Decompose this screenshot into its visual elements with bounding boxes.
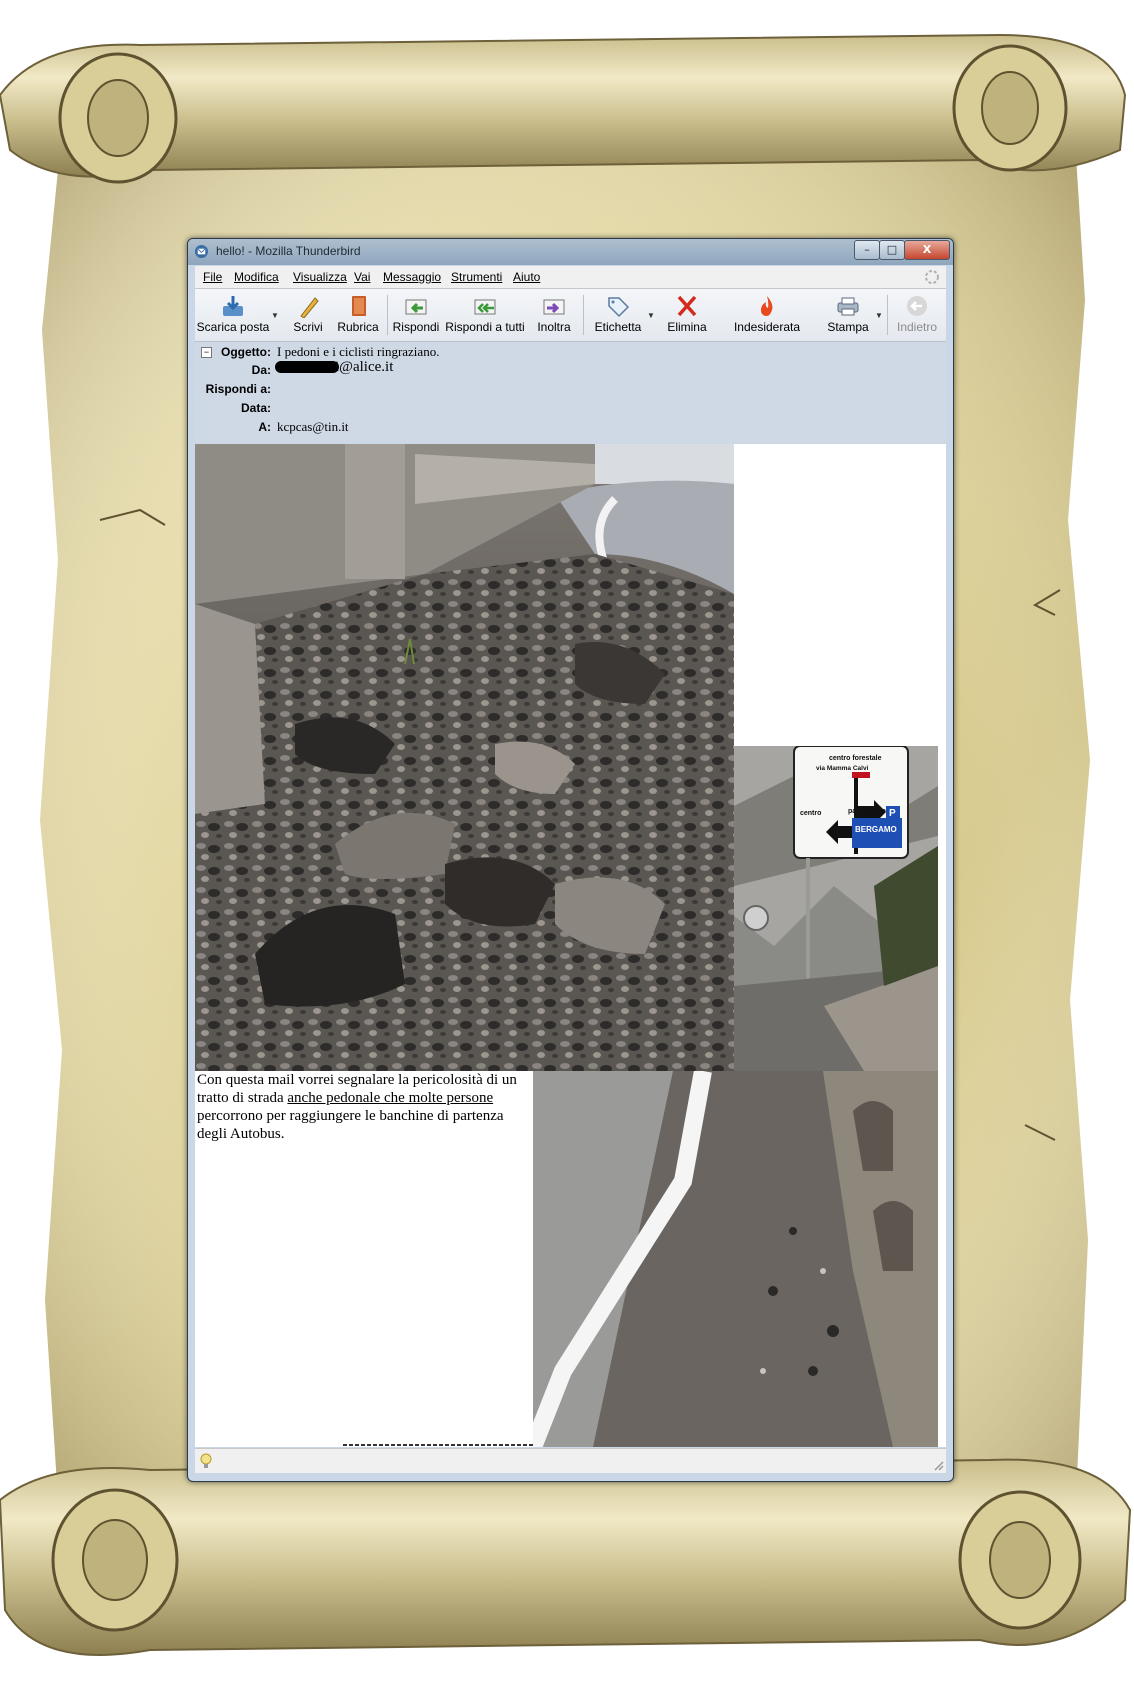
reply-label: Rispondi <box>392 320 440 334</box>
sign-text-line2: via Mamma Calvi <box>816 765 869 772</box>
menu-messaggio[interactable]: Messaggio <box>383 270 441 284</box>
activity-throbber-icon <box>925 270 939 284</box>
menu-aiuto[interactable]: Aiuto <box>513 270 540 284</box>
pencil-icon <box>300 297 319 318</box>
email-body-text: Con questa mail vorrei segnalare la peri… <box>197 1071 533 1143</box>
main-toolbar: Scarica posta ▼ Scrivi Rubrica Rispondi … <box>195 289 946 342</box>
address-book-icon <box>352 296 366 316</box>
reply-to-label: Rispondi a: <box>205 382 271 396</box>
reply-icon <box>405 299 427 315</box>
printer-icon <box>837 297 859 316</box>
address-book-button[interactable]: Rubrica <box>333 289 383 341</box>
back-label: Indietro <box>896 320 938 334</box>
write-label: Scrivi <box>293 320 323 334</box>
forward-icon <box>543 299 565 315</box>
from-value[interactable]: i@alice.it <box>335 359 393 376</box>
reply-button[interactable]: Rispondi <box>389 289 443 341</box>
tag-icon <box>608 297 630 318</box>
delete-label: Elimina <box>667 320 707 334</box>
reply-all-button[interactable]: Rispondi a tutti <box>443 289 527 341</box>
body-text-underlined: anche pedonale che molte persone <box>287 1090 494 1106</box>
redacted-sender-name <box>275 361 339 373</box>
tag-label: Etichetta <box>594 320 642 334</box>
menu-visualizza[interactable]: Visualizza <box>293 270 347 284</box>
tag-button[interactable]: Etichetta <box>587 289 649 341</box>
get-mail-label: Scarica posta <box>196 320 270 334</box>
print-dropdown-icon[interactable]: ▼ <box>875 311 883 320</box>
subject-label: Oggetto: <box>221 345 271 359</box>
title-bar[interactable]: hello! - Mozilla Thunderbird – □ X <box>188 239 953 265</box>
write-button[interactable]: Scrivi <box>285 289 331 341</box>
get-mail-button[interactable]: Scarica posta <box>195 289 271 341</box>
toolbar-separator <box>887 295 888 335</box>
flame-junk-icon <box>761 296 773 316</box>
message-body: centro forestale via Mamma Calvi centro … <box>195 444 946 1447</box>
date-label: Data: <box>240 401 271 415</box>
sign-text-p: P <box>889 808 896 819</box>
sign-text-bergamo: BERGAMO <box>855 825 897 834</box>
tag-dropdown-icon[interactable]: ▼ <box>647 311 655 320</box>
forward-button[interactable]: Inoltra <box>529 289 579 341</box>
delete-x-icon <box>677 295 697 317</box>
to-value[interactable]: kcpcas@tin.it <box>277 419 349 435</box>
from-label: Da: <box>251 363 271 377</box>
toolbar-separator <box>583 295 584 335</box>
body-dashed-line <box>343 1444 533 1446</box>
menu-strumenti[interactable]: Strumenti <box>451 270 502 284</box>
sign-text-centro: centro <box>800 810 821 817</box>
thunderbird-window: hello! - Mozilla Thunderbird – □ X File … <box>187 238 954 1482</box>
reply-all-icon <box>474 299 496 315</box>
junk-label: Indesiderata <box>733 320 801 334</box>
message-header-pane: − Oggetto: I pedoni e i ciclisti ringraz… <box>195 342 946 443</box>
thunderbird-app-icon <box>194 244 209 259</box>
print-label: Stampa <box>827 320 869 334</box>
maximize-button[interactable]: □ <box>879 240 905 260</box>
lightbulb-icon <box>200 1453 212 1468</box>
print-button[interactable]: Stampa <box>821 289 875 341</box>
minimize-button[interactable]: – <box>854 240 880 260</box>
body-text-end: percorrono per raggiungere le banchine d… <box>197 1108 504 1142</box>
menu-file[interactable]: File <box>203 270 222 284</box>
download-mail-icon <box>223 296 243 316</box>
sign-text-parcheggio: parcheggio <box>848 808 886 815</box>
reply-all-label: Rispondi a tutti <box>445 320 525 334</box>
status-bar <box>195 1448 946 1473</box>
sign-text-line1: centro forestale <box>829 755 882 762</box>
roadside-rubble-photo <box>195 444 734 1071</box>
subject-value: I pedoni e i ciclisti ringraziano. <box>277 344 440 359</box>
junk-button[interactable]: Indesiderata <box>725 289 809 341</box>
close-button[interactable]: X <box>904 240 950 260</box>
forward-label: Inoltra <box>537 320 571 334</box>
back-button[interactable]: Indietro <box>889 289 945 341</box>
menu-vai[interactable]: Vai <box>354 270 370 284</box>
toolbar-separator <box>387 295 388 335</box>
get-mail-dropdown-icon[interactable]: ▼ <box>271 311 279 320</box>
menu-bar: File Modifica Visualizza Vai Messaggio S… <box>195 266 946 289</box>
to-label: A: <box>258 420 271 434</box>
back-arrow-icon <box>907 296 927 316</box>
window-title: hello! - Mozilla Thunderbird <box>216 244 361 258</box>
resize-grip-icon[interactable] <box>932 1459 944 1471</box>
menu-modifica[interactable]: Modifica <box>234 270 279 284</box>
address-book-label: Rubrica <box>337 320 379 334</box>
delete-button[interactable]: Elimina <box>661 289 713 341</box>
sidewalk-road-photo <box>533 1071 938 1447</box>
road-sign-photo: centro forestale via Mamma Calvi centro … <box>734 746 938 1071</box>
